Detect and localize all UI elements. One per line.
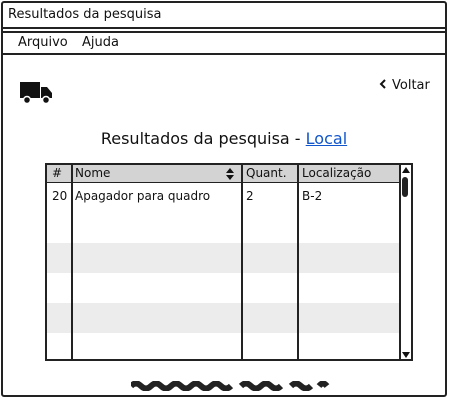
table-row-empty — [47, 273, 399, 303]
back-label: Voltar — [392, 78, 430, 93]
cell-name: Apagador para quadro — [75, 189, 211, 203]
heading-text: Resultados da pesquisa - — [100, 129, 306, 148]
column-header-name[interactable]: Nome — [75, 166, 110, 180]
column-divider — [71, 165, 73, 359]
column-header-quantity[interactable]: Quant. — [246, 166, 287, 180]
app-window: Resultados da pesquisa Arquivo Ajuda Vol… — [1, 1, 447, 397]
menu-item-arquivo[interactable]: Arquivo — [18, 35, 68, 50]
scrollbar-thumb[interactable] — [402, 177, 408, 197]
chevron-left-icon — [379, 79, 386, 89]
window-title: Resultados da pesquisa — [8, 7, 162, 22]
page-heading: Resultados da pesquisa - Local — [3, 129, 445, 148]
table-row-empty — [47, 213, 399, 243]
cell-quantity: 2 — [246, 189, 254, 203]
column-header-location[interactable]: Localização — [302, 166, 371, 180]
heading-location-link[interactable]: Local — [306, 129, 347, 148]
table-row[interactable]: 20 Apagador para quadro 2 B-2 — [47, 183, 399, 213]
arrow-up-icon[interactable] — [402, 166, 410, 174]
results-table: # Nome Quant. Localização 20 Apagador pa… — [45, 163, 413, 361]
sort-icon[interactable] — [225, 167, 235, 181]
vertical-scrollbar[interactable] — [399, 165, 411, 359]
column-header-number[interactable]: # — [52, 166, 62, 180]
cell-location: B-2 — [302, 189, 323, 203]
column-divider — [297, 165, 299, 359]
arrow-down-icon[interactable] — [402, 351, 410, 359]
table-header: # Nome Quant. Localização — [47, 165, 399, 183]
title-bar: Resultados da pesquisa — [3, 3, 445, 29]
truck-icon — [20, 82, 52, 105]
column-divider — [241, 165, 243, 359]
table-row-empty — [47, 243, 399, 273]
table-row-empty — [47, 303, 399, 333]
menu-bar: Arquivo Ajuda — [3, 31, 445, 55]
back-link[interactable]: Voltar — [379, 78, 430, 93]
scribble-footer — [131, 381, 330, 391]
cell-number: 20 — [52, 189, 68, 203]
menu-item-ajuda[interactable]: Ajuda — [82, 35, 119, 50]
table-row-empty — [47, 333, 399, 359]
